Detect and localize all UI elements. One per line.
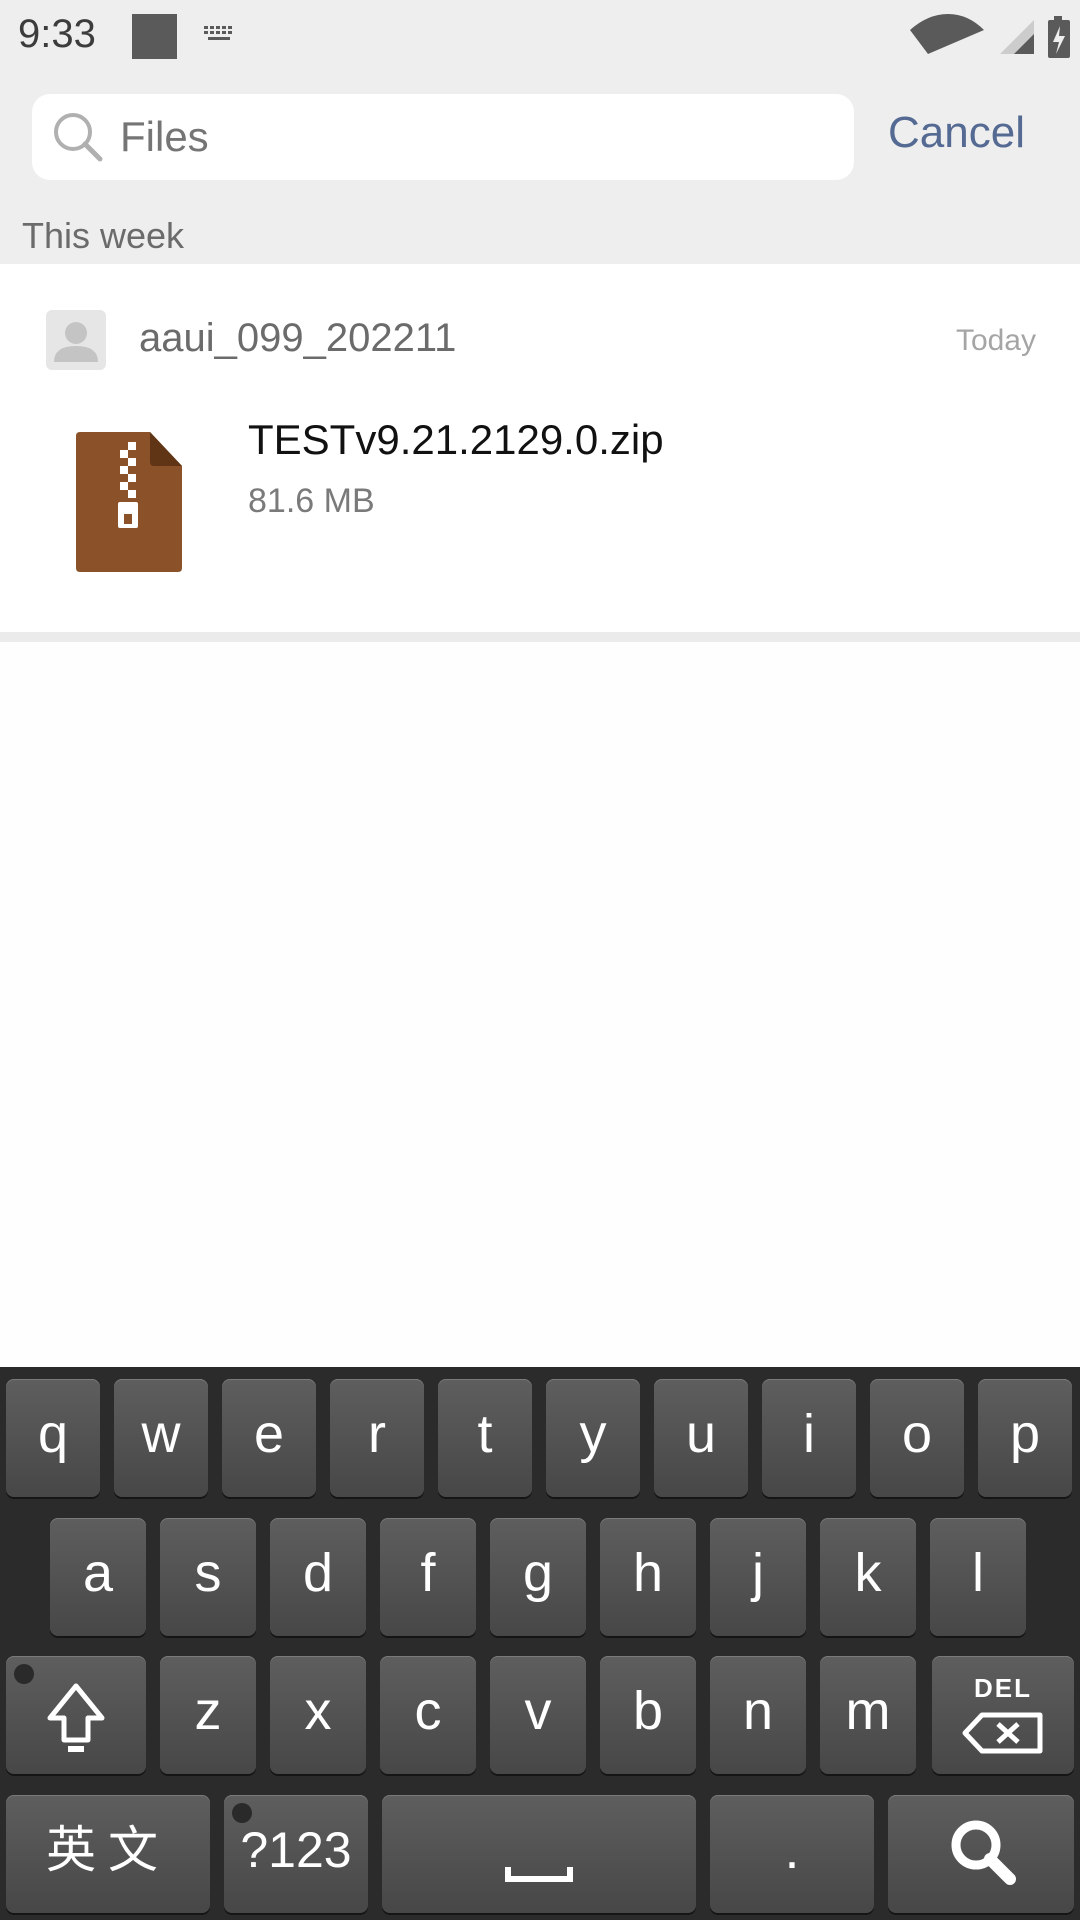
shift-arrow-icon [47, 1683, 105, 1752]
soft-keyboard: q w e r t y u i o p a s d f g h j k l z … [0, 1367, 1080, 1920]
key-v[interactable]: v [490, 1656, 586, 1774]
key-w[interactable]: w [114, 1379, 208, 1497]
key-a[interactable]: a [50, 1518, 146, 1636]
key-u[interactable]: u [654, 1379, 748, 1497]
notification-square-icon [132, 14, 177, 59]
file-result-card[interactable]: aaui_099_202211 Today TESTv9.21.2129.0.z… [0, 264, 1080, 632]
file-size: 81.6 MB [248, 482, 375, 520]
search-input[interactable] [120, 94, 820, 180]
key-g[interactable]: g [490, 1518, 586, 1636]
search-icon [951, 1820, 1016, 1885]
sender-name: aaui_099_202211 [139, 316, 457, 360]
key-c[interactable]: c [380, 1656, 476, 1774]
search-icon [54, 113, 103, 162]
avatar [46, 310, 106, 370]
space-key[interactable] [382, 1795, 696, 1913]
status-bar: 9:33 [0, 0, 1080, 80]
status-icons [910, 14, 1070, 58]
zip-archive-icon [76, 432, 182, 572]
key-i[interactable]: i [762, 1379, 856, 1497]
key-r[interactable]: r [330, 1379, 424, 1497]
message-time: Today [955, 324, 1036, 357]
language-switch-key[interactable]: 英文 [6, 1795, 210, 1913]
cancel-button[interactable]: Cancel [888, 108, 1025, 158]
key-d[interactable]: d [270, 1518, 366, 1636]
key-p[interactable]: p [978, 1379, 1072, 1497]
key-z[interactable]: z [160, 1656, 256, 1774]
delete-label: DEL [974, 1673, 1032, 1703]
key-n[interactable]: n [710, 1656, 806, 1774]
keyboard-icon [204, 26, 232, 40]
default-avatar-icon [54, 322, 98, 362]
wifi-icon [910, 14, 984, 54]
space-bar-icon [505, 1867, 573, 1882]
key-t[interactable]: t [438, 1379, 532, 1497]
key-b[interactable]: b [600, 1656, 696, 1774]
key-o[interactable]: o [870, 1379, 964, 1497]
key-m[interactable]: m [820, 1656, 916, 1774]
key-h[interactable]: h [600, 1518, 696, 1636]
status-time: 9:33 [18, 12, 96, 56]
shift-key[interactable] [6, 1656, 146, 1774]
search-key[interactable] [888, 1795, 1074, 1913]
symbols-indicator-dot [232, 1803, 252, 1823]
file-name[interactable]: TESTv9.21.2129.0.zip [248, 416, 664, 464]
search-header: Cancel This week [0, 80, 1080, 264]
key-x[interactable]: x [270, 1656, 366, 1774]
search-box[interactable] [32, 94, 854, 180]
backspace-icon [962, 1712, 1043, 1754]
symbols-label: ?123 [240, 1822, 352, 1878]
period-key[interactable]: . [710, 1795, 874, 1913]
key-y[interactable]: y [546, 1379, 640, 1497]
section-label-this-week: This week [22, 215, 185, 256]
symbols-key[interactable]: ?123 [224, 1795, 368, 1913]
divider [0, 632, 1080, 642]
delete-key[interactable]: DEL [932, 1656, 1074, 1774]
key-e[interactable]: e [222, 1379, 316, 1497]
key-f[interactable]: f [380, 1518, 476, 1636]
key-q[interactable]: q [6, 1379, 100, 1497]
key-s[interactable]: s [160, 1518, 256, 1636]
key-j[interactable]: j [710, 1518, 806, 1636]
key-l[interactable]: l [930, 1518, 1026, 1636]
battery-charging-icon [1048, 16, 1070, 58]
key-k[interactable]: k [820, 1518, 916, 1636]
